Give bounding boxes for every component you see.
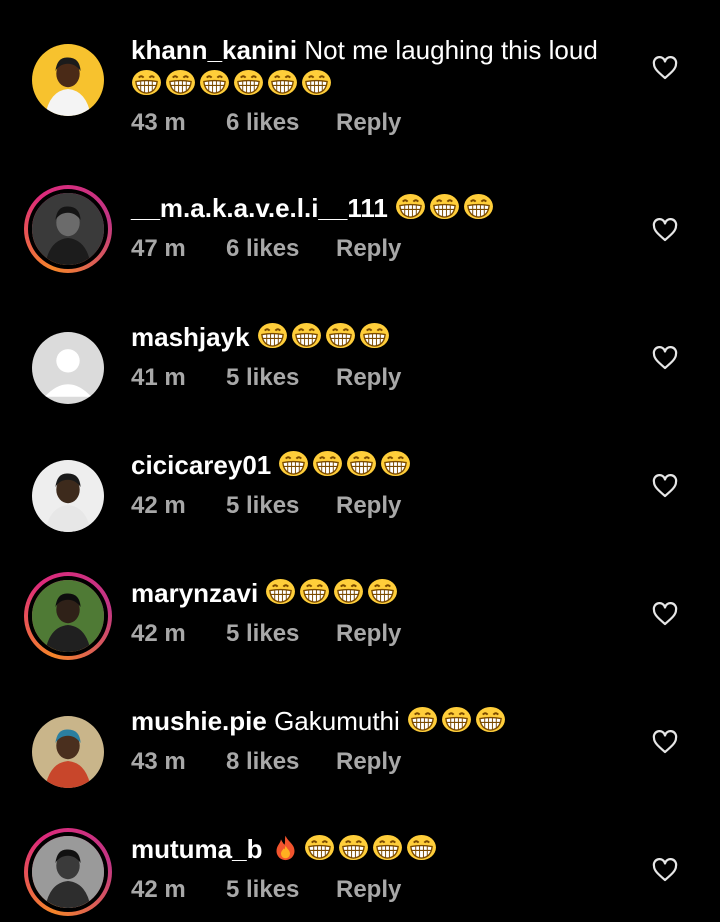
avatar-image — [28, 832, 108, 912]
comment-username[interactable]: mashjayk — [131, 322, 250, 352]
comment-text: Gakumuthi — [274, 706, 400, 736]
comment-emojis — [278, 450, 414, 480]
grinning-emoji — [367, 578, 398, 605]
grinning-emoji — [463, 193, 494, 220]
comment-username[interactable]: mutuma_b — [131, 834, 262, 864]
grinning-emoji — [429, 193, 460, 220]
grinning-emoji — [441, 706, 472, 733]
like-heart-icon[interactable] — [652, 858, 678, 882]
grinning-emoji — [165, 69, 196, 96]
like-heart-icon[interactable] — [652, 730, 678, 754]
comment-item: marynzavi 42 m5 likes Reply — [0, 512, 720, 660]
avatar-image — [32, 44, 104, 116]
grinning-emoji — [304, 834, 335, 861]
comment-item: mushie.pie Gakumuthi 43 m8 likes Reply — [0, 640, 720, 788]
grinning-emoji — [131, 69, 162, 96]
grinning-emoji — [346, 450, 377, 477]
comment-username[interactable]: khann_kanini — [131, 35, 297, 65]
comment-item: mashjayk 41 m5 likes Reply — [0, 256, 720, 404]
comment-emojis — [131, 69, 335, 99]
grinning-emoji — [338, 834, 369, 861]
like-heart-icon[interactable] — [652, 218, 678, 242]
like-heart-icon[interactable] — [652, 346, 678, 370]
fire-emoji — [270, 834, 301, 861]
comment-emojis — [257, 322, 393, 352]
grinning-emoji — [372, 834, 403, 861]
grinning-emoji — [407, 706, 438, 733]
like-heart-icon[interactable] — [652, 56, 678, 80]
avatar[interactable] — [24, 828, 112, 916]
comment-emojis — [395, 193, 497, 223]
grinning-emoji — [291, 322, 322, 349]
comment-username[interactable]: __m.a.k.a.v.e.l.i__111 — [131, 193, 388, 223]
comment-item: __m.a.k.a.v.e.l.i__111 47 m6 likes Reply — [0, 128, 720, 273]
comment-emojis — [407, 706, 509, 736]
grinning-emoji — [299, 578, 330, 605]
grinning-emoji — [278, 450, 309, 477]
grinning-emoji — [257, 322, 288, 349]
grinning-emoji — [199, 69, 230, 96]
comment-time: 42 m — [131, 876, 186, 903]
comment-item: cicicarey01 42 m5 likes Reply — [0, 384, 720, 532]
comment-username[interactable]: cicicarey01 — [131, 450, 271, 480]
grinning-emoji — [395, 193, 426, 220]
comment-text: Not me laughing this loud — [304, 35, 598, 65]
comment-emojis — [265, 578, 401, 608]
grinning-emoji — [301, 69, 332, 96]
comment-likes[interactable]: 5 likes — [226, 876, 336, 904]
comment-item: khann_kanini Not me laughing this loud 43… — [0, 0, 720, 136]
comment-item: mutuma_b 42 m 5 likes Reply — [0, 768, 720, 916]
like-heart-icon[interactable] — [652, 474, 678, 498]
grinning-emoji — [333, 578, 364, 605]
comment-emojis — [270, 834, 440, 864]
grinning-emoji — [380, 450, 411, 477]
avatar[interactable] — [24, 36, 112, 124]
grinning-emoji — [267, 69, 298, 96]
reply-button[interactable]: Reply — [336, 876, 401, 904]
like-heart-icon[interactable] — [652, 602, 678, 626]
grinning-emoji — [359, 322, 390, 349]
grinning-emoji — [233, 69, 264, 96]
comment-username[interactable]: marynzavi — [131, 578, 258, 608]
grinning-emoji — [325, 322, 356, 349]
comment-username[interactable]: mushie.pie — [131, 706, 267, 736]
grinning-emoji — [312, 450, 343, 477]
grinning-emoji — [406, 834, 437, 861]
grinning-emoji — [475, 706, 506, 733]
grinning-emoji — [265, 578, 296, 605]
